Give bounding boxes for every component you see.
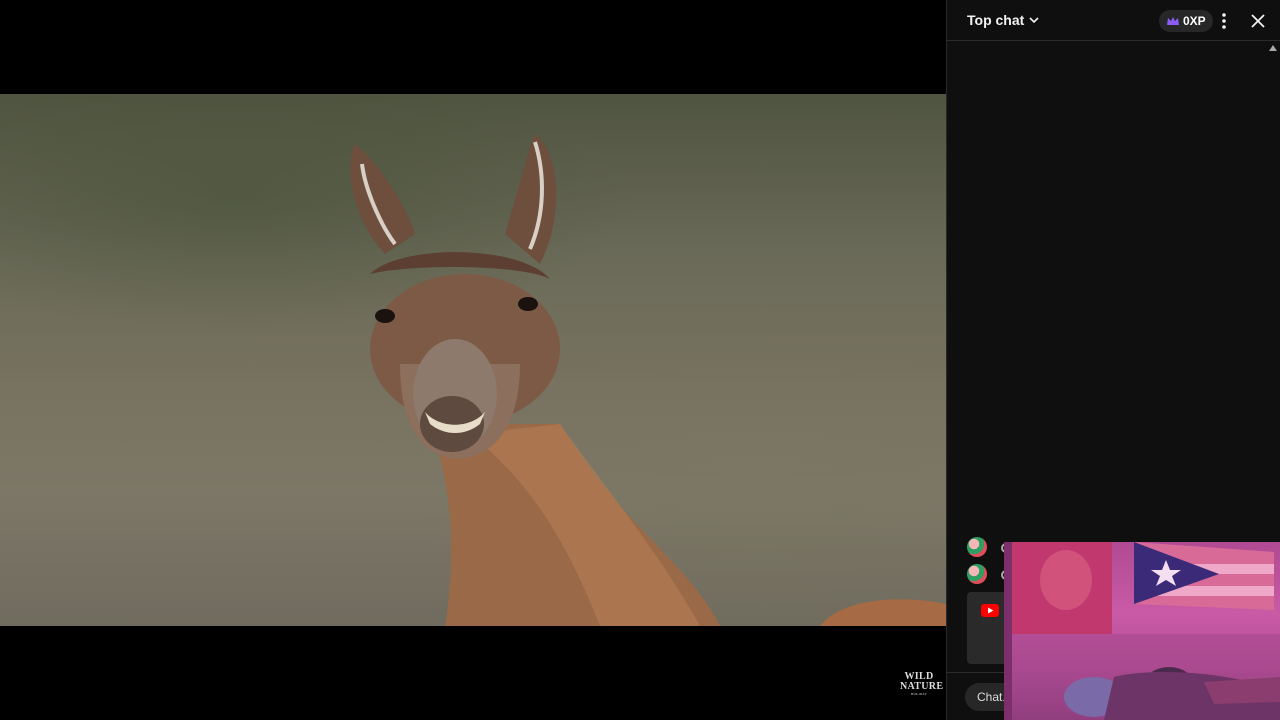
close-icon[interactable] [1249, 12, 1267, 30]
guanaco-image [350, 134, 946, 626]
webcam-overlay [1004, 542, 1280, 720]
video-player[interactable]: WILD NATURE HOLIDAY [0, 0, 946, 720]
chat-mode-label: Top chat [967, 12, 1025, 28]
more-vert-icon[interactable] [1217, 11, 1231, 31]
watermark-line2: NATURE [900, 681, 944, 692]
chat-mode-dropdown[interactable]: Top chat [967, 12, 1040, 28]
xp-label: 0XP [1183, 14, 1206, 28]
avatar[interactable] [967, 564, 987, 584]
avatar[interactable] [967, 537, 987, 557]
chevron-down-icon [1029, 17, 1039, 24]
channel-watermark: WILD NATURE HOLIDAY [900, 672, 943, 697]
xp-badge[interactable]: 0XP [1159, 10, 1213, 32]
scroll-up-arrow-icon[interactable] [1269, 44, 1277, 52]
webcam-feed-image [1004, 542, 1280, 720]
chat-message-row [967, 537, 991, 561]
chat-header: Top chat 0XP [947, 0, 1280, 41]
chat-message-row [967, 564, 991, 588]
youtube-icon [981, 604, 999, 617]
video-frame[interactable] [0, 94, 946, 626]
watermark-line3: HOLIDAY [910, 692, 928, 696]
crown-icon [1167, 16, 1179, 25]
